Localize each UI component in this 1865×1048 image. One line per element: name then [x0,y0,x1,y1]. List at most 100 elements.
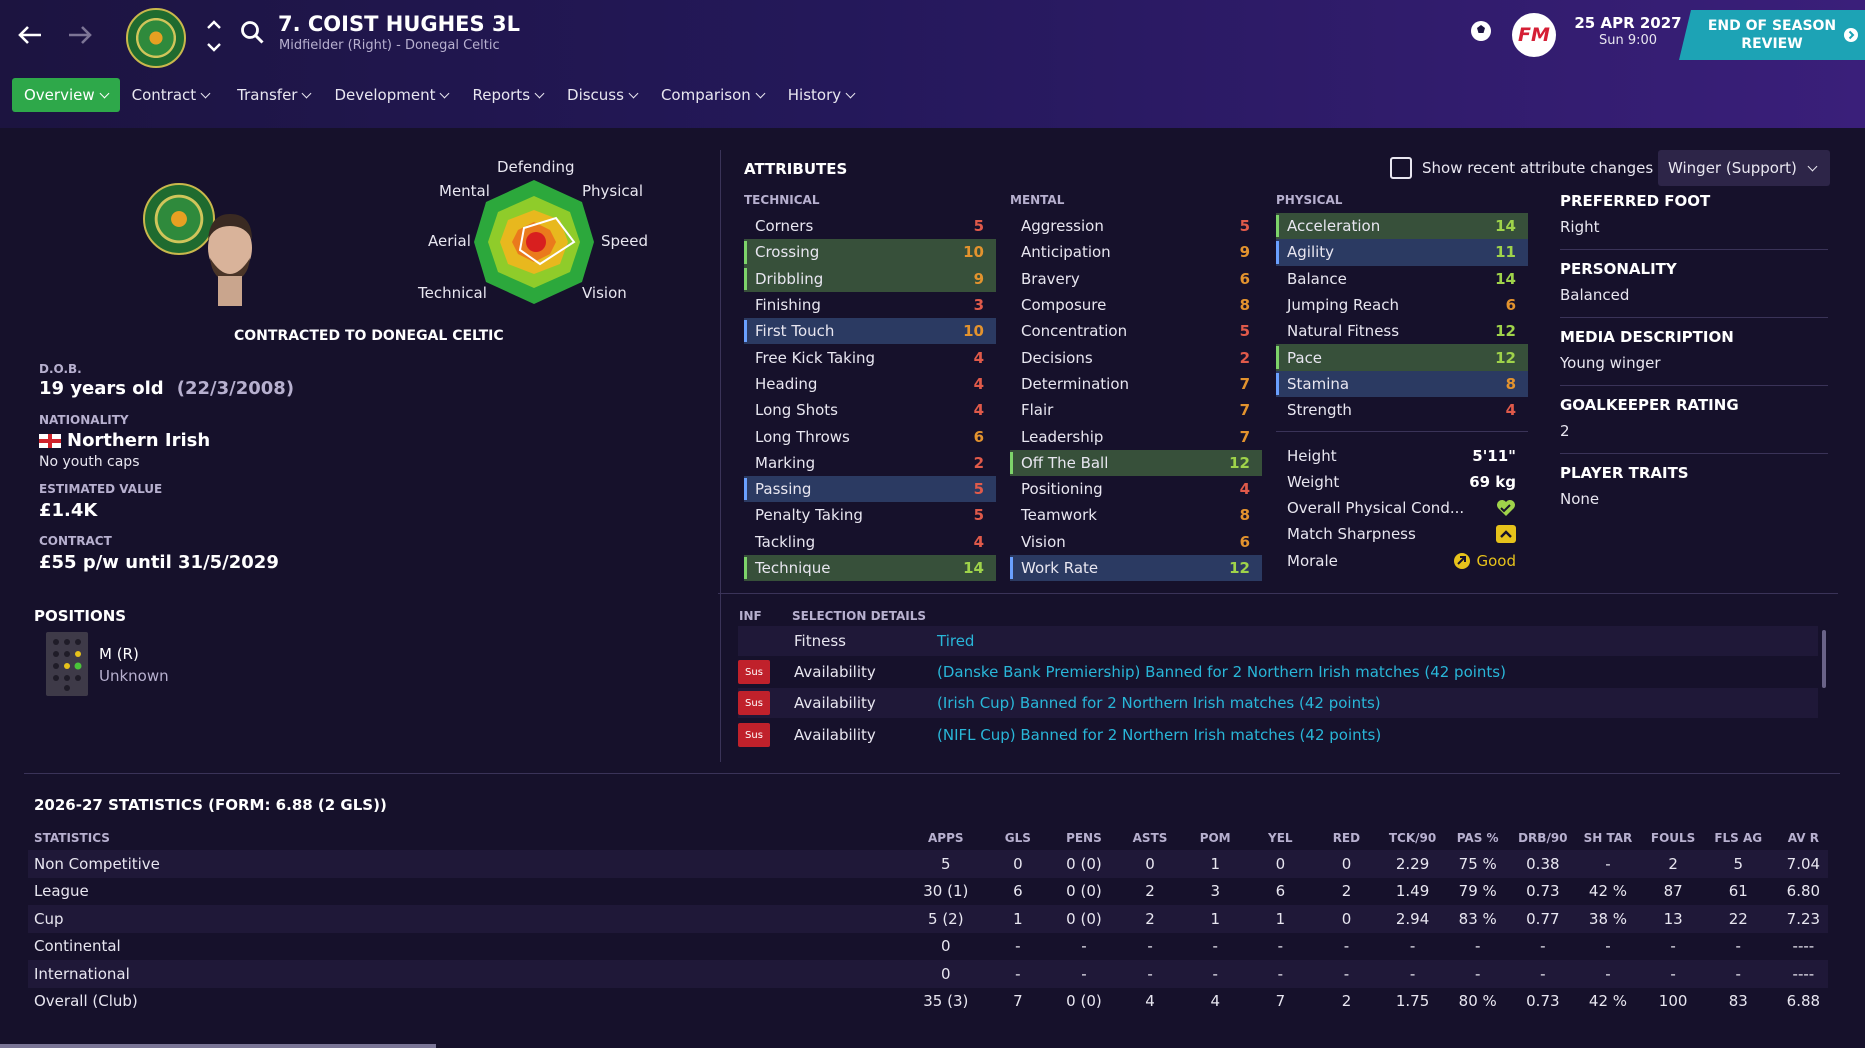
table-cell: - [1605,854,1611,873]
attr-bravery[interactable]: Bravery 6 [1010,266,1262,292]
attr-flair[interactable]: Flair 7 [1010,397,1262,423]
attr-long-shots[interactable]: Long Shots 4 [744,397,996,423]
table-cell: - [1343,937,1350,956]
header-cell[interactable]: APPS [898,831,993,845]
header-cell[interactable]: YEL [1256,831,1305,845]
attr-acceleration[interactable]: Acceleration 14 [1276,213,1528,240]
attr-penalty-taking[interactable]: Penalty Taking 5 [744,502,996,528]
attr-tackling[interactable]: Tackling 4 [744,529,996,555]
horizontal-scrollbar[interactable] [0,1044,436,1048]
header-cell[interactable]: AV R [1779,831,1828,845]
table-row[interactable]: International 0- - - - - - - - - - - - ---- [28,960,1828,988]
attr-positioning[interactable]: Positioning 4 [1010,476,1262,502]
header-cell[interactable]: FLS AG [1698,831,1779,845]
morale-row[interactable]: Morale Good [1276,548,1528,574]
back-button[interactable] [13,18,47,52]
header-cell[interactable]: GLS [993,831,1042,845]
attr-strength[interactable]: Strength 4 [1276,397,1528,423]
attr-teamwork[interactable]: Teamwork 8 [1010,502,1262,528]
table-row[interactable]: Continental 0- - - - - - - - - - - - ---- [28,933,1828,961]
table-cell: 30 (1) [923,882,969,901]
attr-jumping-reach[interactable]: Jumping Reach 6 [1276,292,1528,318]
attr-natural-fitness[interactable]: Natural Fitness 12 [1276,318,1528,344]
header-cell[interactable]: SH TAR [1568,831,1649,845]
attr-off-the-ball[interactable]: Off The Ball 12 [1010,449,1262,476]
attr-free-kick-taking[interactable]: Free Kick Taking 4 [744,344,996,370]
table-cell: 6 [1013,882,1023,901]
attr-name: First Touch [755,322,835,341]
end-of-season-review-button[interactable]: END OF SEASON REVIEW [1679,10,1865,60]
attr-work-rate[interactable]: Work Rate 12 [1010,554,1262,582]
header-cell[interactable]: PAS % [1437,831,1518,845]
header-cell[interactable]: DRB/90 [1518,831,1567,845]
attr-technique[interactable]: Technique 14 [744,554,996,582]
attr-passing[interactable]: Passing 5 [744,475,996,503]
menu-label: Discuss [567,86,624,104]
header-cell[interactable]: POM [1175,831,1256,845]
header-cell[interactable]: PENS [1042,831,1125,845]
attr-aggression[interactable]: Aggression 5 [1010,213,1262,239]
header-cell[interactable]: FOULS [1648,831,1697,845]
table-row[interactable]: Overall (Club) 35 (3) 7 0 (0) 4 4 7 2 1.75 80 % 0.… [28,988,1828,1016]
attr-leadership[interactable]: Leadership 7 [1010,423,1262,449]
attr-concentration[interactable]: Concentration 5 [1010,318,1262,344]
search-button[interactable] [240,20,266,50]
selection-row-availability[interactable]: Sus Availability (NIFL Cup) Banned for 2… [738,720,1818,750]
table-cell: - [1081,937,1087,956]
table-cell: 5 (2) [928,909,964,928]
header-cell[interactable]: TCK/90 [1388,831,1437,845]
attr-determination[interactable]: Determination 7 [1010,371,1262,397]
sharpness-row[interactable]: Match Sharpness [1276,521,1528,547]
attr-heading[interactable]: Heading 4 [744,371,996,397]
checkbox-icon [1390,157,1412,179]
table-cell: 1 [1210,909,1220,928]
menu-comparison[interactable]: Comparison [649,78,776,112]
selection-row-fitness[interactable]: Fitness Tired [738,626,1818,656]
attr-first-touch[interactable]: First Touch 10 [744,318,996,345]
fm-logo[interactable]: FM [1512,13,1556,57]
club-crest-icon[interactable] [126,8,186,68]
table-row[interactable]: Cup 5 (2) 1 0 (0) 2 1 1 0 2.94 83 % 0.77 38 % 13 22 7.… [28,905,1828,933]
menu-transfer[interactable]: Transfer [225,78,322,112]
attr-agility[interactable]: Agility 11 [1276,239,1528,266]
menu-discuss[interactable]: Discuss [555,78,649,112]
attr-dribbling[interactable]: Dribbling 9 [744,265,996,292]
menu-history[interactable]: History [776,78,866,112]
attr-decisions[interactable]: Decisions 2 [1010,344,1262,370]
attr-marking[interactable]: Marking 2 [744,450,996,476]
attr-balance[interactable]: Balance 14 [1276,266,1528,292]
attr-value: 7 [1239,401,1250,420]
table-row[interactable]: League 30 (1) 6 0 (0) 2 3 6 2 1.49 79 % 0.73 42 % 87… [28,878,1828,906]
position-pitch[interactable] [46,632,88,696]
attr-crossing[interactable]: Crossing 10 [744,239,996,266]
attr-composure[interactable]: Composure 8 [1010,292,1262,318]
ball-icon-button[interactable] [1466,16,1496,46]
nationality-value[interactable]: Northern Irish [39,430,210,451]
forward-button[interactable] [63,18,97,52]
menu-contract[interactable]: Contract [120,78,222,112]
attr-value: 10 [963,322,984,341]
attr-anticipation[interactable]: Anticipation 9 [1010,239,1262,265]
attr-finishing[interactable]: Finishing 3 [744,292,996,318]
table-row[interactable]: Non Competitive 5 0 0 (0) 0 1 0 0 2.29 75 % 0.38 - 2… [28,850,1828,878]
attr-name: Positioning [1021,480,1103,499]
row-label: League [34,882,89,901]
attr-vision[interactable]: Vision 6 [1010,529,1262,555]
attr-value: 4 [1505,401,1516,420]
attr-pace[interactable]: Pace 12 [1276,344,1528,371]
show-changes-checkbox[interactable]: Show recent attribute changes [1390,157,1653,179]
selection-row-availability[interactable]: Sus Availability (Danske Bank Premiershi… [738,657,1818,687]
selection-row-availability[interactable]: Sus Availability (Irish Cup) Banned for … [738,688,1818,718]
attr-stamina[interactable]: Stamina 8 [1276,370,1528,398]
role-dropdown[interactable]: Winger (Support) [1658,150,1830,186]
condition-row[interactable]: Overall Physical Cond... [1276,495,1528,521]
menu-reports[interactable]: Reports [460,78,555,112]
player-switcher[interactable] [204,18,224,54]
menu-overview[interactable]: Overview [12,78,120,112]
header-cell[interactable]: RED [1305,831,1388,845]
selection-scrollbar[interactable] [1822,630,1826,688]
attr-corners[interactable]: Corners 5 [744,213,996,239]
menu-development[interactable]: Development [322,78,460,112]
header-cell[interactable]: ASTS [1125,831,1174,845]
attr-long-throws[interactable]: Long Throws 6 [744,423,996,449]
